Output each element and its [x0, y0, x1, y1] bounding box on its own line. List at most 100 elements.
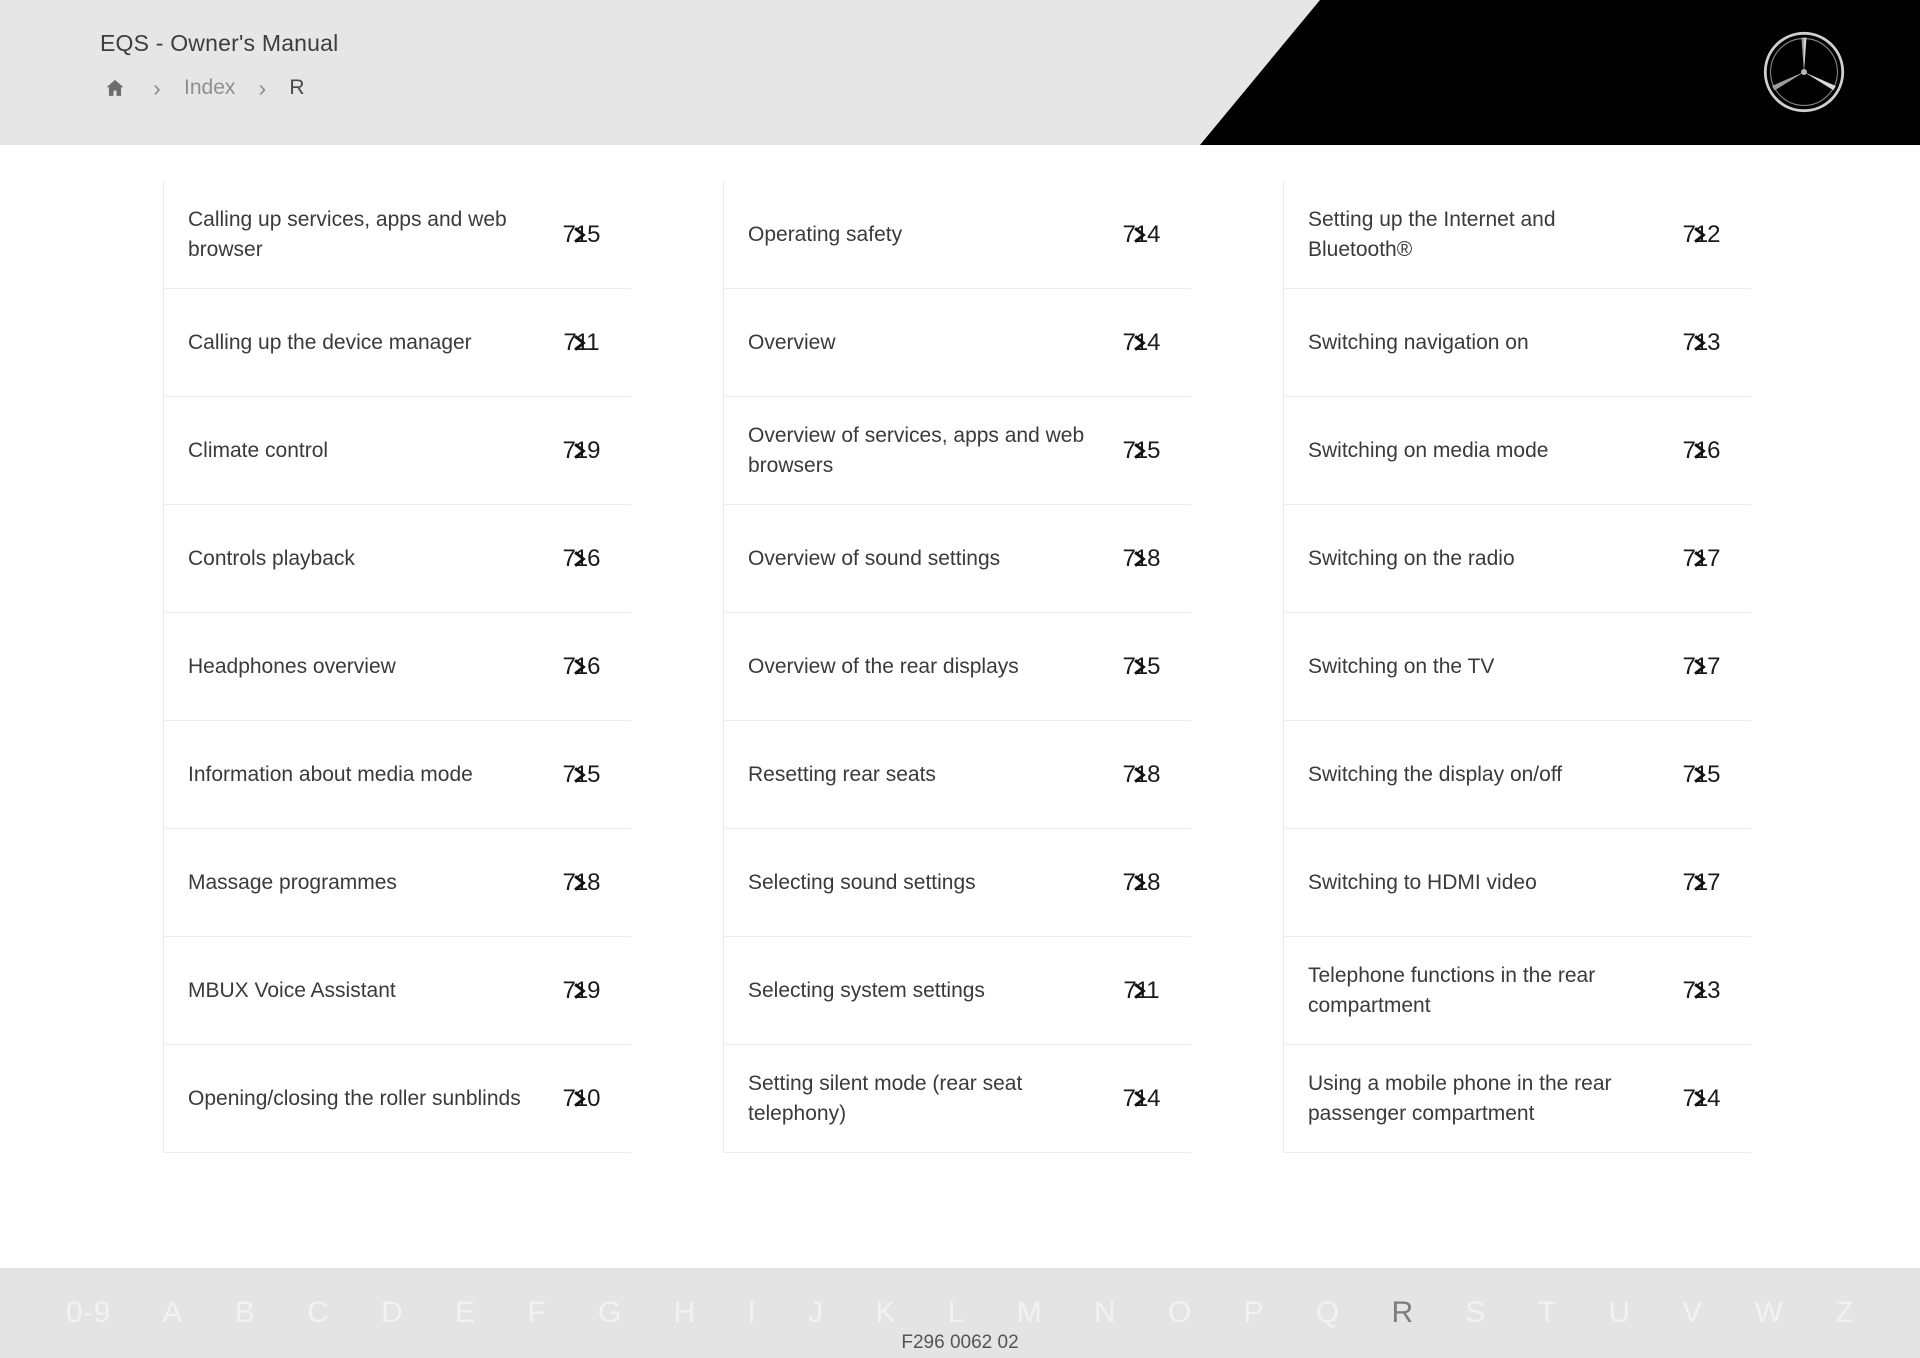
alphabet-item-h[interactable]: H: [648, 1298, 722, 1328]
index-entry-page-reference[interactable]: 719: [555, 435, 607, 467]
index-entry[interactable]: Switching on media mode 716: [1284, 397, 1751, 505]
index-entry[interactable]: Climate control 719: [164, 397, 631, 505]
index-entry-title: Switching on the TV: [1308, 654, 1495, 678]
index-entry-page-reference[interactable]: 718: [555, 867, 607, 899]
page-number: 718: [1122, 868, 1160, 896]
index-entry-page-reference[interactable]: 718: [1115, 759, 1167, 791]
alphabet-item-j[interactable]: J: [782, 1298, 849, 1328]
alphabet-item-b[interactable]: B: [209, 1298, 281, 1328]
index-entry-title: Calling up the device manager: [188, 330, 472, 354]
alphabet-item-a[interactable]: A: [137, 1298, 209, 1328]
index-entry-title: Overview: [748, 330, 836, 354]
index-entry[interactable]: Selecting sound settings 718: [724, 829, 1191, 937]
alphabet-item-c[interactable]: C: [281, 1298, 355, 1328]
index-entry[interactable]: Switching on the radio 717: [1284, 505, 1751, 613]
index-entry[interactable]: Switching the display on/off 715: [1284, 721, 1751, 829]
alphabet-item-f[interactable]: F: [501, 1298, 572, 1328]
index-entry[interactable]: Setting silent mode (rear seat telephony…: [724, 1045, 1191, 1153]
index-entry-page-reference[interactable]: 715: [1115, 651, 1167, 683]
index-entry-page-reference[interactable]: 715: [1675, 759, 1727, 791]
alphabet-item-l[interactable]: L: [922, 1298, 991, 1328]
index-entry[interactable]: Overview of the rear displays 715: [724, 613, 1191, 721]
index-entry[interactable]: Selecting system settings 711: [724, 937, 1191, 1045]
index-entry[interactable]: Headphones overview 716: [164, 613, 631, 721]
index-entry-page-reference[interactable]: 718: [1115, 867, 1167, 899]
alphabet-item-z[interactable]: Z: [1809, 1298, 1880, 1328]
index-entry[interactable]: Switching navigation on 713: [1284, 289, 1751, 397]
alphabet-item-u[interactable]: U: [1582, 1298, 1656, 1328]
index-entry[interactable]: Resetting rear seats 718: [724, 721, 1191, 829]
index-entry[interactable]: MBUX Voice Assistant 719: [164, 937, 631, 1045]
alphabet-item-m[interactable]: M: [991, 1298, 1068, 1328]
index-entry-page-reference[interactable]: 711: [555, 327, 607, 359]
index-entry-page-reference[interactable]: 714: [1675, 1083, 1727, 1115]
page-number: 719: [562, 976, 600, 1004]
index-entry-page-reference[interactable]: 719: [555, 975, 607, 1007]
page-number: 716: [562, 544, 600, 572]
index-entry-page-reference[interactable]: 712: [1675, 219, 1727, 251]
alphabet-item-d[interactable]: D: [355, 1298, 429, 1328]
alphabet-item-o[interactable]: O: [1142, 1298, 1218, 1328]
index-entry[interactable]: Opening/closing the roller sunblinds 710: [164, 1045, 631, 1153]
index-entry-page-reference[interactable]: 717: [1675, 543, 1727, 575]
index-entry-title: Massage programmes: [188, 870, 397, 894]
page-number: 717: [1682, 868, 1720, 896]
index-entry-page-reference[interactable]: 714: [1115, 219, 1167, 251]
index-entry[interactable]: Using a mobile phone in the rear passeng…: [1284, 1045, 1751, 1153]
index-entry[interactable]: Information about media mode 715: [164, 721, 631, 829]
index-content: Calling up services, apps and web browse…: [0, 145, 1920, 1268]
alphabet-item-p[interactable]: P: [1218, 1298, 1290, 1328]
index-entry[interactable]: Overview of sound settings 718: [724, 505, 1191, 613]
alphabet-item-i[interactable]: I: [722, 1298, 783, 1328]
breadcrumb: › Index › R: [100, 75, 338, 101]
page-number: 713: [1682, 976, 1720, 1004]
index-entry-page-reference[interactable]: 711: [1115, 975, 1167, 1007]
index-entry-page-reference[interactable]: 716: [1675, 435, 1727, 467]
index-entry-title: Overview of sound settings: [748, 546, 1001, 570]
alphabet-item-t[interactable]: T: [1512, 1298, 1583, 1328]
page-number: 718: [1122, 760, 1160, 788]
alphabet-navigation-bar[interactable]: 0-9 A B C D E F G H I J K L M N O P Q R S T U V W Z F296 0062 02: [0, 1268, 1920, 1358]
index-entry[interactable]: Calling up the device manager 711: [164, 289, 631, 397]
index-entry-page-reference[interactable]: 715: [555, 759, 607, 791]
alphabet-item-r[interactable]: R: [1366, 1298, 1440, 1328]
index-entry-title: Calling up services, apps and web browse…: [188, 207, 507, 261]
breadcrumb-item-current: R: [289, 76, 305, 99]
index-entry-page-reference[interactable]: 715: [555, 219, 607, 251]
index-entry[interactable]: Switching to HDMI video 717: [1284, 829, 1751, 937]
home-icon[interactable]: [100, 75, 130, 101]
index-entry[interactable]: Massage programmes 718: [164, 829, 631, 937]
index-entry-page-reference[interactable]: 714: [1115, 1083, 1167, 1115]
alphabet-item-v[interactable]: V: [1656, 1298, 1728, 1328]
alphabet-item-q[interactable]: Q: [1290, 1298, 1366, 1328]
index-entry-page-reference[interactable]: 717: [1675, 651, 1727, 683]
index-entry[interactable]: Controls playback 716: [164, 505, 631, 613]
index-entry-page-reference[interactable]: 718: [1115, 543, 1167, 575]
index-entry[interactable]: Switching on the TV 717: [1284, 613, 1751, 721]
index-entry[interactable]: Setting up the Internet and Bluetooth® 71…: [1284, 181, 1751, 289]
breadcrumb-item-index[interactable]: Index: [184, 76, 235, 100]
alphabet-item-g[interactable]: G: [572, 1298, 648, 1328]
index-entry[interactable]: Telephone functions in the rear compartm…: [1284, 937, 1751, 1045]
index-entry[interactable]: Overview of services, apps and web brows…: [724, 397, 1191, 505]
alphabet-item-w[interactable]: W: [1729, 1298, 1810, 1328]
index-entry-page-reference[interactable]: 713: [1675, 327, 1727, 359]
index-entry-title: Setting silent mode (rear seat telephony…: [748, 1071, 1023, 1125]
alphabet-item-e[interactable]: E: [429, 1298, 501, 1328]
alphabet-item-n[interactable]: N: [1068, 1298, 1142, 1328]
index-entry-page-reference[interactable]: 714: [1115, 327, 1167, 359]
alphabet-item-0-9[interactable]: 0-9: [40, 1298, 137, 1328]
index-entry-page-reference[interactable]: 715: [1115, 435, 1167, 467]
index-entry-page-reference[interactable]: 713: [1675, 975, 1727, 1007]
index-entry[interactable]: Overview 714: [724, 289, 1191, 397]
page-number: 714: [1682, 1084, 1720, 1112]
alphabet-item-s[interactable]: S: [1440, 1298, 1512, 1328]
index-entry-page-reference[interactable]: 710: [555, 1083, 607, 1115]
alphabet-item-k[interactable]: K: [850, 1298, 922, 1328]
index-entry-page-reference[interactable]: 716: [555, 651, 607, 683]
index-entry-page-reference[interactable]: 717: [1675, 867, 1727, 899]
index-entry[interactable]: Calling up services, apps and web browse…: [164, 181, 631, 289]
page-number: 716: [562, 652, 600, 680]
index-entry[interactable]: Operating safety 714: [724, 181, 1191, 289]
index-entry-page-reference[interactable]: 716: [555, 543, 607, 575]
